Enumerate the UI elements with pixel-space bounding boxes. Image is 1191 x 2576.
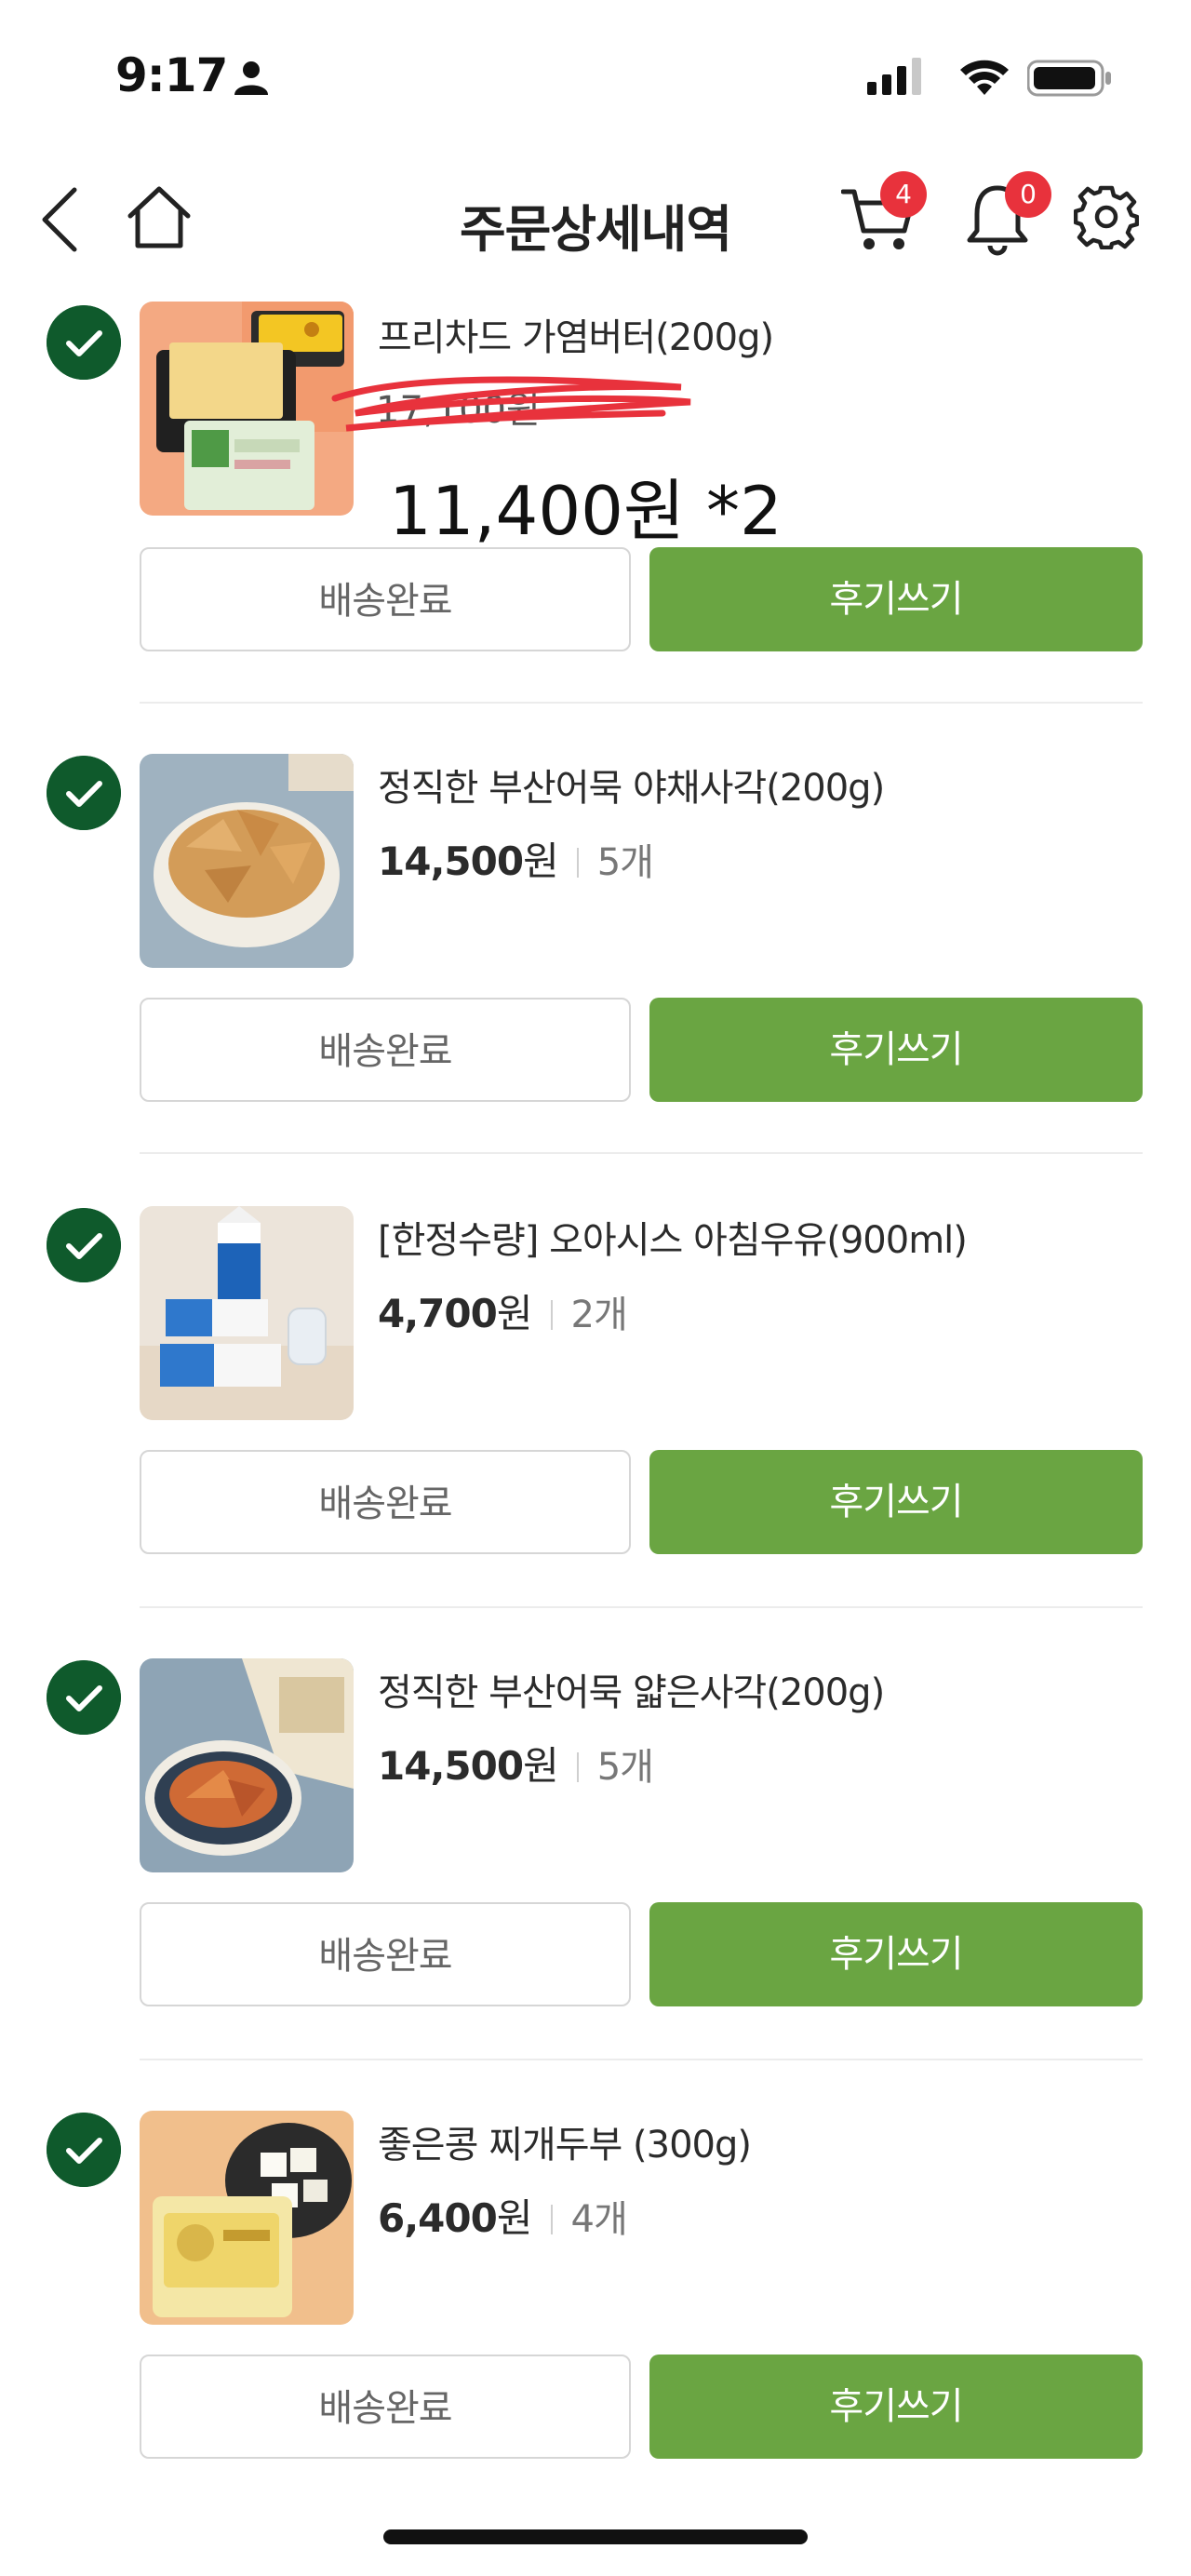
product-name[interactable]: 프리차드 가염버터(200g) [378, 307, 774, 361]
price-unit: 원 [496, 2195, 533, 2241]
product-image[interactable] [140, 2111, 354, 2325]
price-value: 4,700 [378, 1291, 498, 1336]
battery-icon [1027, 60, 1111, 97]
product-image[interactable] [140, 754, 354, 968]
product-name[interactable]: 정직한 부산어묵 야채사각(200g) [378, 758, 885, 812]
check-icon[interactable] [47, 756, 121, 830]
price-value: 6,400 [378, 2195, 498, 2241]
divider [140, 1606, 1143, 1608]
order-item: 프리차드 가염버터(200g) 17,100원 11,400원 *2 배송완료 … [0, 296, 1191, 746]
order-item: [한정수량] 오아시스 아침우유(900ml) 4,700원 2개 배송완료 후기… [0, 1199, 1191, 1649]
order-item: 정직한 부산어묵 얇은사각(200g) 14,500원 5개 배송완료 후기쓰기 [0, 1651, 1191, 2101]
divider [140, 702, 1143, 704]
price-unit: 원 [523, 839, 559, 884]
product-name[interactable]: [한정수량] 오아시스 아침우유(900ml) [378, 1210, 968, 1264]
order-item: 좋은콩 찌개두부 (300g) 6,400원 4개 배송완료 후기쓰기 [0, 2103, 1191, 2554]
price-value: 14,500 [378, 839, 524, 884]
product-name[interactable]: 정직한 부산어묵 얇은사각(200g) [378, 1662, 885, 1716]
person-icon [234, 61, 268, 95]
write-review-button[interactable]: 후기쓰기 [649, 998, 1143, 1102]
notification-count-badge: 0 [1005, 171, 1051, 218]
check-icon[interactable] [47, 305, 121, 380]
price-separator [576, 1752, 579, 1782]
write-review-button[interactable]: 후기쓰기 [649, 547, 1143, 651]
product-image[interactable] [140, 302, 354, 516]
divider [140, 1152, 1143, 1154]
price-value: 14,500 [378, 1743, 524, 1789]
write-review-button[interactable]: 후기쓰기 [649, 2355, 1143, 2459]
delivery-complete-button[interactable]: 배송완료 [140, 1450, 631, 1554]
product-quantity: 4개 [570, 2198, 628, 2241]
delivery-complete-button[interactable]: 배송완료 [140, 1902, 631, 2006]
check-icon[interactable] [47, 1208, 121, 1282]
handwritten-price: 11,400원 *2 [389, 472, 783, 550]
price-unit: 원 [496, 1291, 533, 1336]
product-price: 14,500원 5개 [378, 830, 654, 887]
product-price: 4,700원 2개 [378, 1282, 628, 1339]
divider [140, 2059, 1143, 2060]
write-review-button[interactable]: 후기쓰기 [649, 1902, 1143, 2006]
home-indicator[interactable] [383, 2529, 808, 2544]
product-quantity: 2개 [570, 1294, 628, 1336]
check-icon[interactable] [47, 2113, 121, 2187]
price-separator [576, 848, 579, 878]
status-time: 9:17 [115, 48, 228, 102]
delivery-complete-button[interactable]: 배송완료 [140, 2355, 631, 2459]
product-image[interactable] [140, 1658, 354, 1872]
delivery-complete-button[interactable]: 배송완료 [140, 998, 631, 1102]
cart-count-badge: 4 [880, 171, 927, 218]
product-quantity: 5개 [596, 841, 654, 884]
product-quantity: 5개 [596, 1746, 654, 1789]
price-unit: 원 [523, 1743, 559, 1789]
gear-icon[interactable] [1074, 184, 1139, 249]
check-icon[interactable] [47, 1660, 121, 1735]
delivery-complete-button[interactable]: 배송완료 [140, 547, 631, 651]
product-name[interactable]: 좋은콩 찌개두부 (300g) [378, 2114, 752, 2168]
cellular-signal-icon [867, 58, 921, 95]
order-item: 정직한 부산어묵 야채사각(200g) 14,500원 5개 배송완료 후기쓰기 [0, 746, 1191, 1197]
product-price: 14,500원 5개 [378, 1735, 654, 1791]
price-separator [550, 2205, 553, 2234]
price-separator [550, 1300, 553, 1330]
product-image[interactable] [140, 1206, 354, 1420]
wifi-icon [960, 60, 1009, 95]
write-review-button[interactable]: 후기쓰기 [649, 1450, 1143, 1554]
redaction-scribble [331, 376, 691, 432]
product-price: 6,400원 4개 [378, 2187, 628, 2244]
